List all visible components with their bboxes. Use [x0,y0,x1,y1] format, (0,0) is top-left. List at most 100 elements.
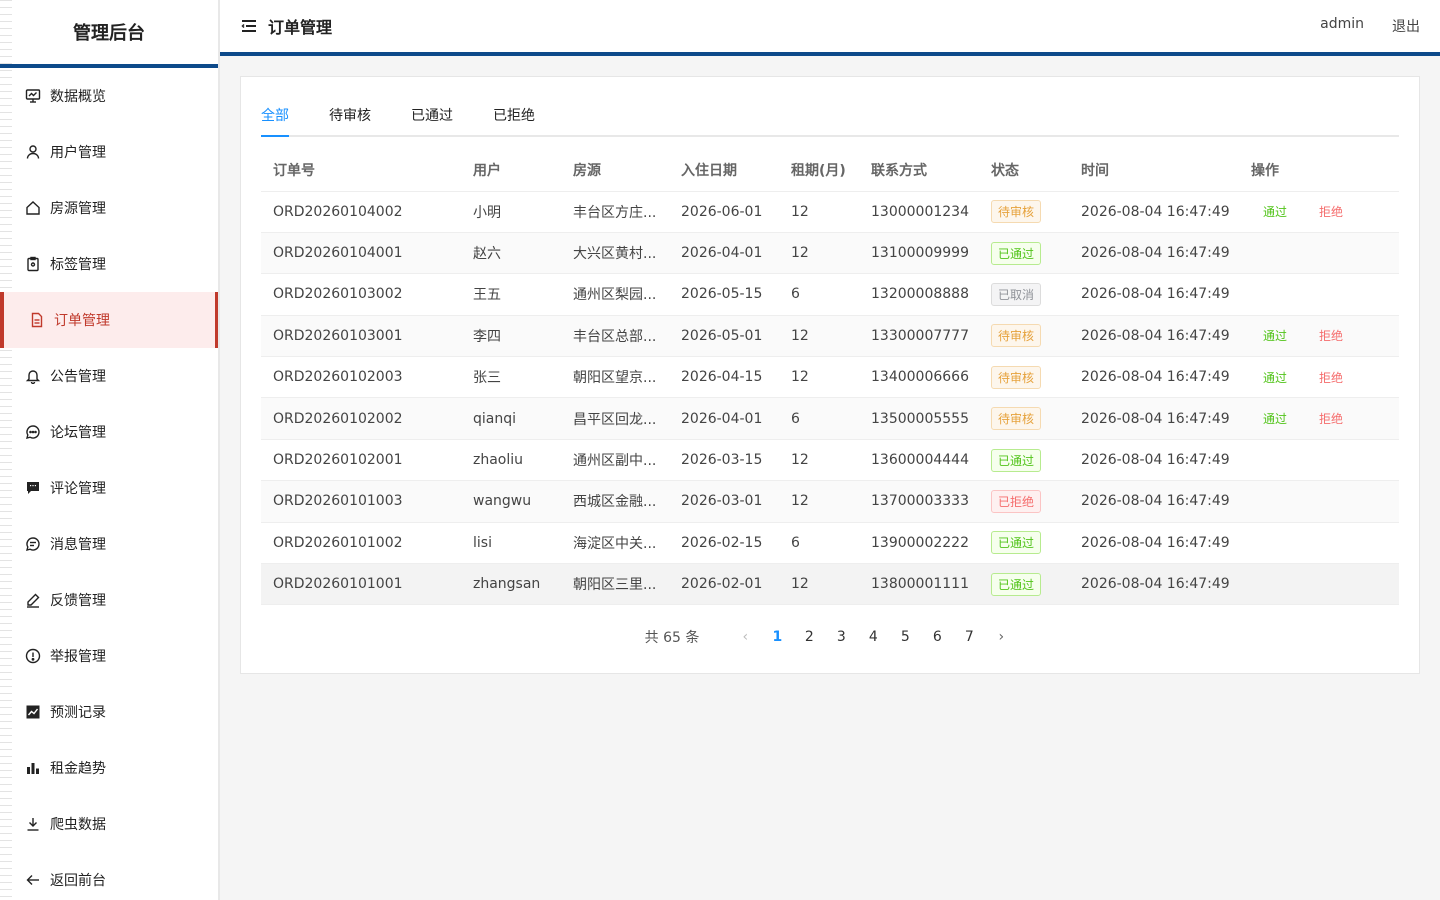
sidebar-item-8[interactable]: 消息管理 [0,516,218,572]
contact-phone: 13400006666 [859,356,979,399]
tab-2[interactable]: 已通过 [411,105,453,135]
contact-phone: 13300007777 [859,315,979,358]
column-header: 订单号 [261,149,461,192]
status-cell: 待审核 [979,356,1069,399]
page-3[interactable]: 3 [825,629,857,645]
sidebar-item-2[interactable]: 房源管理 [0,180,218,236]
page-1[interactable]: 1 [761,629,793,645]
sidebar-item-6[interactable]: 论坛管理 [0,404,218,460]
bell-icon [24,367,42,385]
sidebar-item-label: 租金趋势 [50,761,106,777]
actions-cell [1239,563,1399,606]
tab-3[interactable]: 已拒绝 [493,105,535,135]
actions-cell [1239,232,1399,275]
approve-button[interactable]: 通过 [1263,329,1287,343]
sidebar-item-label: 评论管理 [50,481,106,497]
order-time: 2026-08-04 16:47:49 [1069,273,1239,316]
comment-icon [24,479,42,497]
lease-term: 12 [779,480,859,523]
table-row: ORD20260101002 lisi 海淀区中关... 2026-02-15 6 139… [261,522,1399,565]
sidebar-item-9[interactable]: 反馈管理 [0,572,218,628]
lease-term: 12 [779,232,859,275]
contact-phone: 13800001111 [859,563,979,606]
status-cell: 已通过 [979,232,1069,275]
order-id: ORD20260101002 [261,522,461,565]
contact-phone: 13900002222 [859,522,979,565]
reject-button[interactable]: 拒绝 [1319,371,1343,385]
sidebar-item-label: 爬虫数据 [50,817,106,833]
column-header: 时间 [1069,149,1239,192]
status-badge: 待审核 [991,407,1042,431]
sidebar-item-label: 订单管理 [54,313,110,329]
status-tabs: 全部 待审核 已通过 已拒绝 [261,105,1399,137]
column-header: 状态 [979,149,1069,192]
actions-cell [1239,480,1399,523]
sidebar-item-4[interactable]: 订单管理 [0,292,218,348]
checkin-date: 2026-04-01 [669,397,779,440]
sidebar-item-7[interactable]: 评论管理 [0,460,218,516]
checkin-date: 2026-05-15 [669,273,779,316]
order-house: 海淀区中关... [561,522,669,565]
page-7[interactable]: 7 [953,629,985,645]
page-5[interactable]: 5 [889,629,921,645]
reject-button[interactable]: 拒绝 [1319,329,1343,343]
sidebar-item-label: 举报管理 [50,649,106,665]
status-badge: 已通过 [991,572,1042,596]
approve-button[interactable]: 通过 [1263,371,1287,385]
actions-cell: 通过 拒绝 [1239,356,1399,399]
table-row: ORD20260101001 zhangsan 朝阳区三里... 2026-02-01… [261,563,1399,606]
next-page-icon[interactable]: › [985,629,1017,645]
order-time: 2026-08-04 16:47:49 [1069,439,1239,482]
reject-button[interactable]: 拒绝 [1319,205,1343,219]
sidebar-menu: 数据概览 用户管理房源管理标签管理订单管理公告管理 论坛管理评论管理消息管理 反馈管理… [0,68,218,900]
reject-button[interactable]: 拒绝 [1319,412,1343,426]
page-6[interactable]: 6 [921,629,953,645]
order-user: zhangsan [461,563,561,606]
checkin-date: 2026-04-15 [669,356,779,399]
logout-link[interactable]: 退出 [1392,16,1420,36]
order-user: 赵六 [461,232,561,275]
lease-term: 12 [779,439,859,482]
order-user: zhaoliu [461,439,561,482]
sidebar-item-0[interactable]: 数据概览 [0,68,218,124]
approve-button[interactable]: 通过 [1263,205,1287,219]
checkin-date: 2026-03-01 [669,480,779,523]
menu-toggle-icon[interactable] [240,17,258,35]
lease-term: 12 [779,191,859,233]
sidebar-item-11[interactable]: 预测记录 [0,684,218,740]
sidebar-item-label: 标签管理 [50,257,106,273]
page-2[interactable]: 2 [793,629,825,645]
sidebar-item-3[interactable]: 标签管理 [0,236,218,292]
download-icon [24,815,42,833]
sidebar-item-10[interactable]: 举报管理 [0,628,218,684]
sidebar-item-label: 房源管理 [50,201,106,217]
approve-button[interactable]: 通过 [1263,412,1287,426]
order-house: 丰台区总部... [561,315,669,358]
arrow-left-icon [24,871,42,889]
sidebar-item-5[interactable]: 公告管理 [0,348,218,404]
sidebar-item-12[interactable]: 租金趋势 [0,740,218,796]
order-id: ORD20260103002 [261,273,461,316]
order-house: 通州区副中... [561,439,669,482]
user-icon [24,143,42,161]
page-4[interactable]: 4 [857,629,889,645]
admin-user-link[interactable]: admin [1320,16,1364,36]
lease-term: 12 [779,563,859,606]
sidebar-item-label: 预测记录 [50,705,106,721]
sidebar-item-13[interactable]: 爬虫数据 [0,796,218,852]
status-badge: 待审核 [991,200,1042,224]
tab-1[interactable]: 待审核 [329,105,371,135]
sidebar-item-1[interactable]: 用户管理 [0,124,218,180]
sidebar-item-14[interactable]: 返回前台 [0,852,218,900]
prev-page-icon[interactable]: ‹ [729,629,761,645]
status-cell: 已拒绝 [979,480,1069,523]
actions-cell [1239,522,1399,565]
actions-cell: 通过 拒绝 [1239,191,1399,233]
order-house: 大兴区黄村... [561,232,669,275]
contact-phone: 13200008888 [859,273,979,316]
table-row: ORD20260102001 zhaoliu 通州区副中... 2026-03-15 1… [261,439,1399,482]
tab-0[interactable]: 全部 [261,105,289,137]
column-header: 租期(月) [779,149,859,192]
checkin-date: 2026-05-01 [669,315,779,358]
orders-table: 订单号 用户 房源 入住日期 租期(月) 联系方式 状态 时间 操作 ORD2026010400… [261,149,1399,606]
